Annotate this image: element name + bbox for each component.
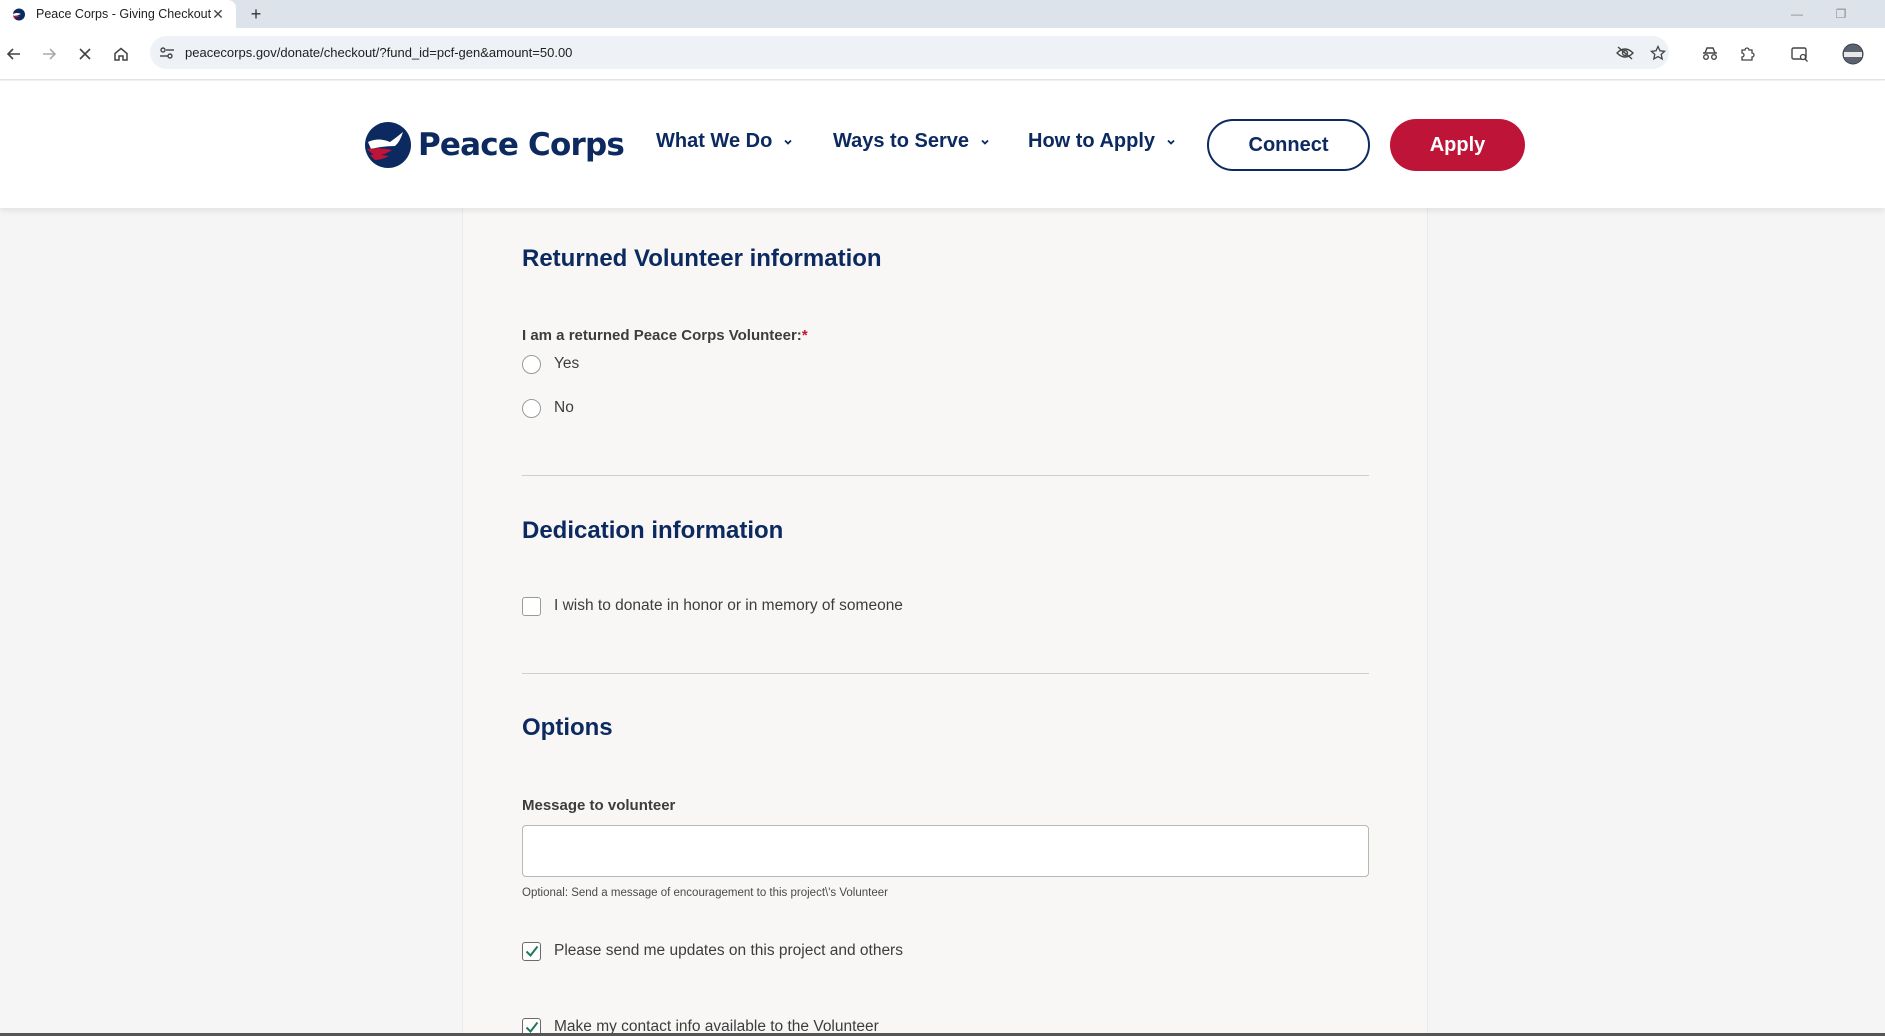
section-divider: [522, 673, 1369, 674]
browser-toolbar: peacecorps.gov/donate/checkout/?fund_id=…: [0, 28, 1885, 80]
site-info-icon[interactable]: [158, 44, 176, 62]
nav-how-to-apply-label: How to Apply: [1028, 130, 1156, 152]
peace-corps-logo[interactable]: Peace Corps: [365, 121, 625, 169]
chevron-down-icon: [979, 136, 991, 148]
returned-volunteer-question-text: I am a returned Peace Corps Volunteer:: [522, 327, 802, 344]
nav-ways-to-serve-label: Ways to Serve: [833, 130, 969, 152]
eye-off-icon[interactable]: [1616, 44, 1634, 62]
checkmark-icon: [525, 1021, 538, 1033]
connect-button[interactable]: Connect: [1207, 119, 1370, 171]
radio-no-label[interactable]: No: [554, 399, 574, 417]
nav-ways-to-serve[interactable]: Ways to Serve: [833, 130, 991, 153]
url-text[interactable]: peacecorps.gov/donate/checkout/?fund_id=…: [185, 45, 572, 60]
site-header: Peace Corps What We Do Ways to Serve How…: [0, 81, 1885, 208]
tab-strip: Peace Corps - Giving Checkout ✕ + — ❐: [0, 0, 1885, 28]
updates-checkbox-row[interactable]: Please send me updates on this project a…: [522, 940, 903, 962]
extensions-puzzle-icon[interactable]: [1736, 43, 1758, 65]
restore-icon[interactable]: ❐: [1830, 4, 1852, 24]
bookmark-star-icon[interactable]: [1649, 44, 1667, 62]
profile-avatar-icon[interactable]: [1842, 43, 1864, 65]
apply-button[interactable]: Apply: [1390, 119, 1525, 171]
checkout-form-panel: Returned Volunteer information I am a re…: [462, 208, 1428, 1036]
updates-checkbox[interactable]: [522, 941, 541, 961]
radio-option-yes[interactable]: Yes: [522, 353, 579, 375]
minimize-icon[interactable]: —: [1786, 4, 1808, 24]
address-bar[interactable]: peacecorps.gov/donate/checkout/?fund_id=…: [150, 36, 1669, 69]
tab-title: Peace Corps - Giving Checkout: [36, 7, 212, 21]
home-icon[interactable]: [110, 43, 132, 65]
logo-text: Peace Corps: [418, 127, 625, 163]
radio-option-no[interactable]: No: [522, 397, 574, 419]
radio-yes-label[interactable]: Yes: [554, 355, 579, 373]
nav-what-we-do-label: What We Do: [656, 130, 773, 152]
forward-icon[interactable]: [38, 43, 60, 65]
peace-corps-favicon-icon: [13, 8, 25, 21]
page-scrollbar[interactable]: [1874, 208, 1885, 1036]
dove-logo-icon: [365, 122, 411, 168]
side-panel-icon[interactable]: [1789, 43, 1811, 65]
returned-volunteer-question: I am a returned Peace Corps Volunteer:*: [522, 327, 808, 344]
options-title: Options: [522, 714, 613, 741]
stop-loading-icon[interactable]: [74, 43, 96, 65]
nav-how-to-apply[interactable]: How to Apply: [1028, 130, 1177, 153]
checkmark-icon: [525, 945, 538, 957]
browser-window: Peace Corps - Giving Checkout ✕ + — ❐ pe…: [0, 0, 1885, 1036]
tab-close-icon[interactable]: ✕: [210, 6, 226, 22]
browser-tab-active[interactable]: Peace Corps - Giving Checkout ✕: [0, 0, 236, 28]
message-to-volunteer-label: Message to volunteer: [522, 797, 676, 814]
dedication-title: Dedication information: [522, 517, 784, 544]
new-tab-icon[interactable]: +: [246, 4, 266, 24]
back-icon[interactable]: [3, 43, 25, 65]
section-divider: [522, 475, 1369, 476]
honor-checkbox-label[interactable]: I wish to donate in honor or in memory o…: [554, 597, 903, 615]
required-asterisk: *: [801, 327, 808, 344]
honor-checkbox[interactable]: [522, 596, 541, 616]
message-help-text: Optional: Send a message of encouragemen…: [522, 887, 888, 899]
updates-checkbox-label[interactable]: Please send me updates on this project a…: [554, 942, 903, 960]
incognito-extension-icon[interactable]: [1699, 43, 1721, 65]
radio-no[interactable]: [522, 398, 541, 418]
chevron-down-icon: [782, 136, 794, 148]
message-to-volunteer-input[interactable]: [522, 825, 1369, 877]
chevron-down-icon: [1165, 136, 1177, 148]
honor-checkbox-row[interactable]: I wish to donate in honor or in memory o…: [522, 595, 903, 617]
radio-yes[interactable]: [522, 354, 541, 374]
returned-volunteer-title: Returned Volunteer information: [522, 245, 882, 272]
nav-what-we-do[interactable]: What We Do: [656, 130, 794, 153]
